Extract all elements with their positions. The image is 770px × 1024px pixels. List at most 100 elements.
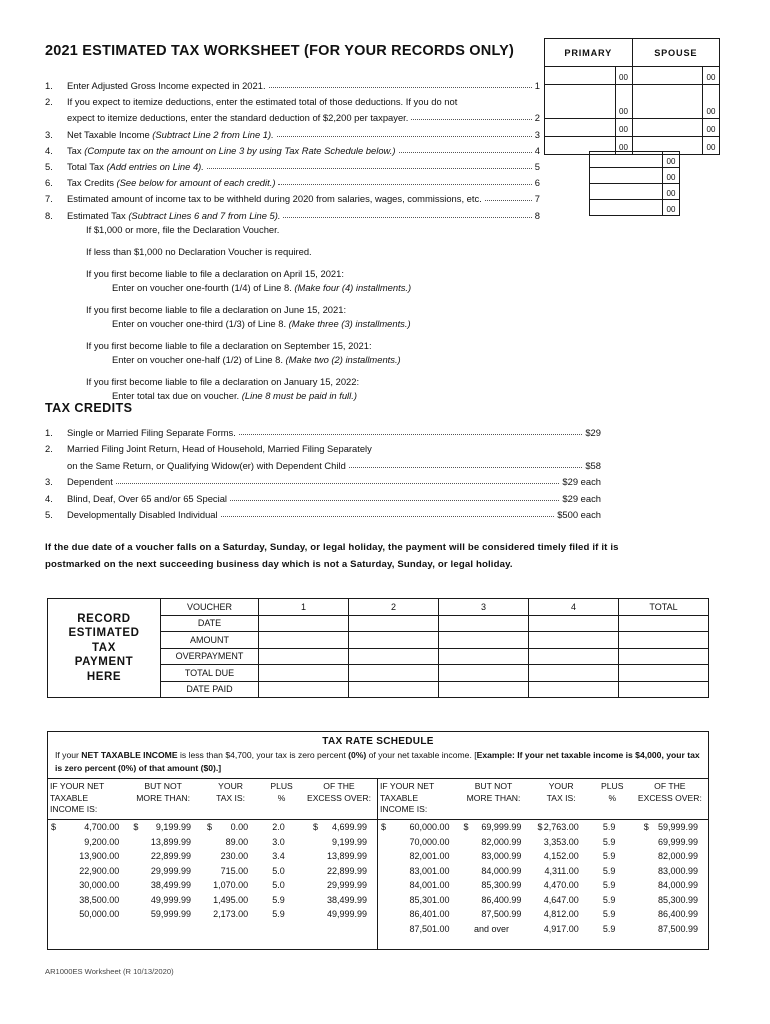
- rate-cell-your-tax-value: 4,470.00: [543, 880, 579, 891]
- rate-cell-but-not-more: $9,199.99: [125, 820, 201, 835]
- cents-marker: 00: [614, 67, 632, 84]
- rate-cell-but-not-more: 82,000.99: [456, 835, 532, 850]
- tax-credit-line: 2. Married Filing Joint Return, Head of H…: [45, 441, 601, 454]
- record-entry-cell[interactable]: [529, 681, 619, 697]
- voucher-instruction-sub-plain: Enter on voucher one-fourth (1/4) of Lin…: [112, 282, 295, 293]
- record-entry-cell[interactable]: [349, 681, 439, 697]
- rate-cell-excess-over-value: 84,000.99: [657, 880, 698, 891]
- cents-marker: 00: [662, 184, 679, 199]
- voucher-instruction-sub: Enter on voucher one-half (1/2) of Line …: [86, 353, 556, 367]
- worksheet-line: 2. If you expect to itemize deductions, e…: [45, 94, 540, 107]
- record-entry-cell[interactable]: [349, 615, 439, 631]
- rate-cell-excess-over-value: 82,000.99: [657, 851, 698, 862]
- rate-cell-excess-over-value: 49,999.99: [326, 909, 367, 920]
- record-table-grid: VOUCHER 1 2 3 4 TOTAL DATE AMOUNT OVERPAYMENT TOT…: [161, 599, 708, 697]
- rate-header-plus-percent-line: %: [277, 792, 286, 803]
- record-entry-cell[interactable]: [529, 648, 619, 664]
- record-entry-cell[interactable]: [439, 632, 529, 648]
- voucher-instruction-lead: If you first become liable to file a dec…: [86, 340, 372, 351]
- record-entry-cell[interactable]: [349, 632, 439, 648]
- rate-cell-plus-percent-value: 5.9: [602, 836, 616, 847]
- entry-cell-primary[interactable]: 00: [545, 67, 633, 84]
- worksheet-line-text: Net Taxable Income (Subtract Line 2 from…: [67, 129, 274, 140]
- tax-credit-text: on the Same Return, or Qualifying Widow(…: [67, 459, 346, 471]
- worksheet-line: 8. Estimated Tax (Subtract Lines 6 and 7 …: [45, 208, 540, 221]
- entry-cell-spouse[interactable]: 00: [633, 119, 720, 136]
- rate-cell-income: $4,700.00: [48, 820, 125, 835]
- rate-header-income-line: INCOME IS:: [50, 804, 98, 814]
- rate-cell-plus-percent-value: 2.0: [272, 822, 285, 833]
- rate-cell-your-tax: 4,917.00: [531, 922, 590, 937]
- rate-cell-income: 83,001.00: [378, 864, 456, 879]
- rate-cell-your-tax-value: 4,311.00: [544, 865, 579, 876]
- entry-cell-spouse[interactable]: 00: [633, 85, 720, 118]
- worksheet-line: 7. Estimated amount of income tax to be w…: [45, 191, 540, 204]
- voucher-column-header: 3: [439, 599, 529, 615]
- record-entry-cell[interactable]: [529, 615, 619, 631]
- record-row-label: AMOUNT: [161, 632, 259, 648]
- voucher-instruction-lead: If less than $1,000 no Declaration Vouch…: [86, 246, 312, 257]
- rate-cell-income: 86,401.00: [378, 907, 456, 922]
- rate-cell-your-tax-value: 715.00: [220, 865, 249, 876]
- rate-cell-excess-over: $59,999.99: [634, 820, 708, 835]
- rate-cell-income-value: 13,900.00: [79, 851, 120, 862]
- record-entry-cell[interactable]: [439, 665, 529, 681]
- rate-cell-income-value: 84,001.00: [409, 880, 450, 891]
- entry-cell-primary[interactable]: 00: [545, 85, 633, 118]
- rate-cell-but-not-more: 22,899.99: [125, 849, 201, 864]
- record-entry-cell[interactable]: [439, 681, 529, 697]
- rate-cell-income: 50,000.00: [48, 907, 125, 922]
- rate-schedule-row: 30,000.00 38,499.99 1,070.00 5.0 29,999.99: [48, 878, 377, 893]
- rate-cell-but-not-more: 49,999.99: [125, 893, 201, 908]
- record-entry-cell[interactable]: [259, 665, 349, 681]
- record-entry-cell[interactable]: [619, 616, 708, 632]
- dollar-sign: $: [381, 822, 387, 833]
- worksheet-line-number: 2.: [45, 96, 53, 108]
- rate-cell-but-not-more: 84,000.99: [456, 864, 532, 879]
- record-entry-cell[interactable]: [259, 648, 349, 664]
- record-entry-cell[interactable]: [529, 665, 619, 681]
- record-entry-cell[interactable]: [439, 648, 529, 664]
- record-entry-cell[interactable]: [259, 632, 349, 648]
- record-entry-cell[interactable]: [349, 665, 439, 681]
- record-entry-cell[interactable]: [619, 649, 708, 665]
- record-entry-cell[interactable]: [619, 632, 708, 648]
- worksheet-line-number: 7.: [45, 193, 53, 205]
- rate-header-of-the-excess-over-line: OF THE: [323, 781, 355, 791]
- total-entry-row: 00: [590, 200, 679, 215]
- rate-schedule-row: 70,000.00 82,000.99 3,353.00 5.9 69,999.99: [378, 835, 708, 850]
- record-entry-cell[interactable]: [439, 615, 529, 631]
- voucher-instruction-group: If $1,000 or more, file the Declaration …: [86, 223, 556, 237]
- total-entry-value[interactable]: [590, 200, 662, 215]
- record-entry-cell[interactable]: [619, 682, 708, 698]
- record-entry-cell[interactable]: [259, 615, 349, 631]
- rate-cell-plus-percent-value: 5.9: [602, 880, 616, 891]
- tax-credit-line: 5. Developmentally Disabled Individual $50…: [45, 507, 601, 520]
- worksheet-line-end-number: 3: [534, 128, 540, 140]
- record-entry-cell[interactable]: [259, 681, 349, 697]
- tax-credit-number: 3.: [45, 476, 53, 488]
- rate-header-income-line: TAXABLE: [380, 792, 419, 803]
- total-entry-value[interactable]: [590, 168, 662, 183]
- rate-header-income-line: INCOME IS:: [380, 804, 428, 814]
- record-entry-cell[interactable]: [349, 648, 439, 664]
- worksheet-line-text-plain: Net Taxable Income: [67, 128, 153, 140]
- rate-cell-your-tax: 2,173.00: [201, 907, 260, 922]
- rate-header-plus-percent-line: PLUS: [270, 781, 293, 791]
- rate-cell-plus-percent: 3.4: [260, 849, 303, 864]
- entry-cell-spouse[interactable]: 00: [633, 67, 720, 84]
- rate-cell-income: 22,900.00: [48, 864, 125, 879]
- worksheet-line-text: Tax Credits (See below for amount of eac…: [67, 177, 275, 188]
- total-entry-row: 00: [590, 184, 679, 200]
- rate-header-income-line: IF YOUR NET: [50, 781, 105, 791]
- total-entry-value[interactable]: [590, 152, 662, 167]
- tax-credit-text: Dependent: [67, 476, 113, 488]
- record-entry-cell[interactable]: [529, 632, 619, 648]
- record-entry-cell[interactable]: [619, 665, 708, 681]
- rate-cell-income-value: 50,000.00: [79, 909, 120, 920]
- total-entry-value[interactable]: [590, 184, 662, 199]
- rate-cell-income: 9,200.00: [48, 835, 125, 850]
- tax-credit-amount: $500 each: [557, 508, 601, 520]
- entry-cell-primary[interactable]: 00: [545, 119, 633, 136]
- rate-cell-but-not-more: $69,999.99: [456, 820, 532, 835]
